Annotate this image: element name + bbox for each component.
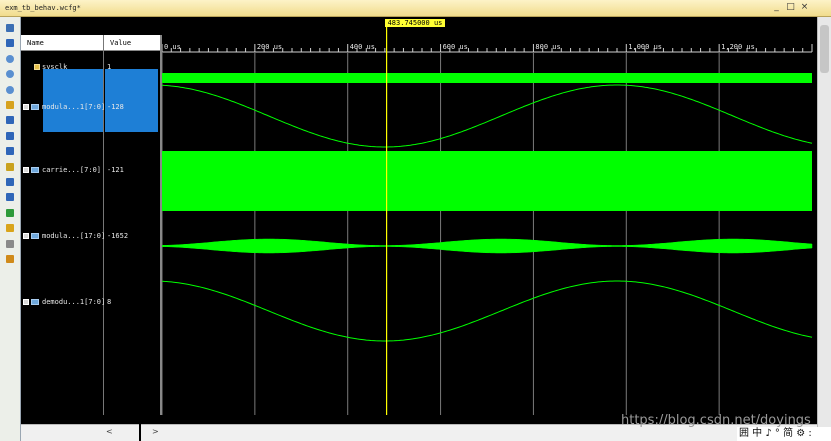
bus-signal-icon bbox=[31, 104, 39, 110]
window-title: exm_tb_behav.wcfg* bbox=[5, 4, 81, 12]
zoom-out-icon[interactable] bbox=[3, 67, 17, 81]
modulated-signal-wave[interactable] bbox=[162, 238, 813, 254]
name-column-header[interactable]: Name bbox=[21, 35, 103, 51]
signal-value: -121 bbox=[107, 166, 124, 174]
bus-signal-icon bbox=[31, 299, 39, 305]
snap-icon[interactable] bbox=[3, 221, 17, 235]
previous-edge-icon[interactable] bbox=[3, 129, 17, 143]
expand-toggle[interactable] bbox=[23, 104, 29, 110]
waveform-canvas[interactable] bbox=[162, 17, 817, 415]
signal-value: 8 bbox=[107, 298, 112, 306]
close-button[interactable]: × bbox=[799, 2, 810, 13]
signal-name[interactable]: carrie...[7:0] bbox=[42, 166, 101, 174]
demodulated-signal-wave[interactable] bbox=[162, 280, 813, 342]
scroll-left-arrow[interactable]: < bbox=[106, 427, 113, 436]
minimize-button[interactable]: _ bbox=[771, 2, 782, 13]
modulating-signal-wave[interactable] bbox=[162, 84, 813, 148]
zoom-fit-icon-glyph bbox=[6, 24, 14, 32]
zoom-full-icon-glyph bbox=[6, 85, 14, 94]
signal-name[interactable]: demodu...1[7:0] bbox=[42, 298, 105, 306]
previous-edge-icon-glyph bbox=[6, 131, 14, 140]
signal-name[interactable]: modula...1[7:0] bbox=[42, 103, 105, 111]
title-bar: exm_tb_behav.wcfg* _ □ × bbox=[0, 0, 831, 17]
waveform-window: Name Value sysclk 1 modula...1[7:0] -128 car… bbox=[21, 17, 817, 441]
first-edge-icon[interactable] bbox=[3, 113, 17, 127]
restore-button[interactable]: □ bbox=[785, 2, 796, 13]
value-column-header[interactable]: Value bbox=[104, 35, 160, 51]
carrier-wave[interactable] bbox=[162, 151, 812, 211]
settings-icon-glyph bbox=[6, 255, 14, 263]
next-marker-icon[interactable] bbox=[3, 190, 17, 204]
scroll-right-arrow[interactable]: > bbox=[152, 427, 159, 436]
names-horizontal-scrollbar[interactable] bbox=[21, 424, 139, 441]
zoom-fit-icon[interactable] bbox=[3, 21, 17, 35]
go-to-cursor-icon[interactable] bbox=[3, 98, 17, 112]
expand-toggle[interactable] bbox=[23, 299, 29, 305]
ruler-icon-glyph bbox=[6, 239, 14, 248]
save-icon[interactable] bbox=[3, 36, 17, 50]
ime-status-bar: 囲 中 ♪ ° 简 ⚙ : bbox=[737, 427, 831, 441]
cursor-time-label[interactable]: 483.745000 us bbox=[384, 19, 446, 27]
expand-toggle[interactable] bbox=[23, 167, 29, 173]
zoom-in-icon-glyph bbox=[6, 54, 14, 63]
vertical-scrollbar[interactable] bbox=[817, 17, 831, 441]
next-edge-icon[interactable] bbox=[3, 144, 17, 158]
signal-name[interactable]: modula...[17:0] bbox=[42, 232, 105, 240]
save-icon-glyph bbox=[6, 39, 14, 48]
signal-value: -1652 bbox=[107, 232, 129, 240]
add-marker-icon-glyph bbox=[6, 162, 14, 171]
selected-row-value-highlight[interactable] bbox=[105, 69, 158, 132]
sysclk-wave[interactable] bbox=[162, 73, 812, 83]
zoom-in-icon[interactable] bbox=[3, 52, 17, 66]
bus-signal-icon bbox=[31, 167, 39, 173]
previous-marker-icon[interactable] bbox=[3, 175, 17, 189]
next-edge-icon-glyph bbox=[6, 147, 14, 156]
column-divider[interactable] bbox=[103, 35, 104, 415]
expand-toggle[interactable] bbox=[23, 233, 29, 239]
add-marker-icon[interactable] bbox=[3, 160, 17, 174]
zoom-full-icon[interactable] bbox=[3, 83, 17, 97]
previous-marker-icon-glyph bbox=[6, 178, 14, 186]
next-marker-icon-glyph bbox=[6, 193, 14, 202]
go-to-cursor-icon-glyph bbox=[6, 101, 14, 109]
vertical-scrollbar-thumb[interactable] bbox=[820, 25, 829, 73]
snap-icon-glyph bbox=[6, 224, 14, 233]
waveform-toolbar bbox=[0, 17, 21, 441]
selected-row-name-highlight[interactable] bbox=[43, 69, 103, 132]
settings-icon[interactable] bbox=[3, 252, 17, 266]
swap-icon[interactable] bbox=[3, 206, 17, 220]
signal-value: -128 bbox=[107, 103, 124, 111]
bit-signal-icon bbox=[34, 64, 40, 70]
watermark-url: https://blog.csdn.net/doyings bbox=[621, 413, 811, 428]
swap-icon-glyph bbox=[6, 208, 14, 217]
first-edge-icon-glyph bbox=[6, 116, 14, 125]
ruler-icon[interactable] bbox=[3, 237, 17, 251]
bus-signal-icon bbox=[31, 233, 39, 239]
zoom-out-icon-glyph bbox=[6, 70, 14, 79]
